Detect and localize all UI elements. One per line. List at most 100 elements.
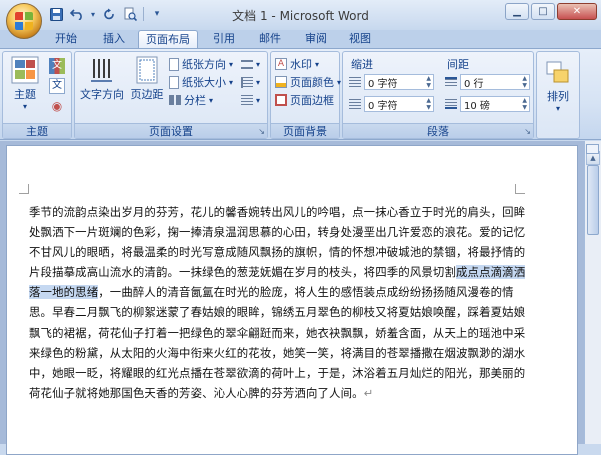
hyphenation-icon [241, 94, 253, 106]
page-color-label: 页面颜色 [290, 76, 334, 89]
theme-fonts-icon: 文 [49, 78, 65, 94]
text-direction-icon [88, 56, 116, 84]
text-direction-button[interactable]: 文字方向 [79, 56, 125, 102]
tab-home[interactable]: 开始 [46, 30, 86, 48]
spacing-after-input[interactable]: 10 磅 ▲ ▼ [460, 96, 530, 112]
watermark-icon: A [275, 58, 287, 70]
line-numbers-icon [241, 76, 253, 88]
vertical-scrollbar[interactable]: ▲ [584, 141, 601, 444]
group-themes: 主题 ▾ 文 文 ◉ 主题 [2, 51, 72, 139]
text-before-selection: 季节的流韵点染出岁月的芬芳，花儿的馨香婉转出风儿的吟唱，点一抹心香立于时光的肩头… [29, 205, 526, 280]
theme-colors-icon: 文 [49, 58, 65, 74]
group-arrange: 排列 ▾ [536, 51, 580, 139]
document-body-text[interactable]: 季节的流韵点染出岁月的芬芳，花儿的馨香婉转出风儿的吟唱，点一抹心香立于时光的肩头… [29, 202, 527, 403]
tab-review[interactable]: 审阅 [296, 30, 336, 48]
group-label-page-setup: 页面设置 [75, 123, 267, 138]
spacing-heading: 间距 [447, 58, 469, 71]
columns-label: 分栏 [184, 94, 206, 107]
tab-page-layout[interactable]: 页面布局 [138, 30, 198, 48]
size-icon [169, 75, 179, 89]
indent-right-icon [349, 99, 361, 109]
paragraph-mark: ↵ [363, 385, 374, 400]
group-page-setup: 文字方向 页边距 纸张方向 ▾ 纸张大小 ▾ 分栏 ▾ ▾ ▾ ▾ 页面设置 ↘ [74, 51, 268, 139]
breaks-button[interactable]: ▾ [241, 56, 260, 72]
indent-right-input[interactable]: 0 字符 ▲ ▼ [364, 96, 434, 112]
indent-heading: 缩进 [351, 58, 373, 71]
office-button[interactable] [6, 3, 42, 39]
indent-left-icon [349, 77, 361, 87]
page-color-arrow-icon: ▾ [337, 77, 342, 87]
page-color-icon [275, 76, 287, 88]
title-bar: ▾ ▾ 文档 1 - Microsoft Word ▁ □ ✕ [0, 0, 601, 30]
hyphenation-button[interactable]: ▾ [241, 92, 260, 108]
page-borders-button[interactable]: 页面边框 [275, 92, 334, 108]
group-label-page-background: 页面背景 [271, 123, 339, 138]
group-page-background: A 水印 ▾ 页面颜色 ▾ 页面边框 页面背景 [270, 51, 341, 139]
group-paragraph: 缩进 间距 0 字符 ▲ ▼ 0 字符 ▲ ▼ 0 行 ▲ ▼ 10 磅 ▲ ▼… [342, 51, 534, 139]
theme-effects-button[interactable]: ◉ [49, 98, 65, 114]
theme-fonts-button[interactable]: 文 [49, 78, 65, 94]
indent-left-spinner-icon[interactable]: ▲ ▼ [426, 75, 431, 89]
scroll-thumb[interactable] [587, 165, 599, 235]
line-numbers-arrow-icon: ▾ [256, 77, 261, 87]
office-logo-icon [15, 12, 33, 30]
indent-left-value: 0 字符 [368, 78, 398, 90]
spacing-before-icon [445, 77, 457, 87]
breaks-arrow-icon: ▾ [256, 59, 261, 69]
themes-button[interactable]: 主题 ▾ [7, 56, 43, 111]
text-direction-label: 文字方向 [80, 88, 124, 101]
arrange-button[interactable]: 排列 ▾ [541, 60, 575, 113]
arrange-icon [545, 60, 571, 86]
spacing-after-control: 10 磅 ▲ ▼ [445, 96, 530, 112]
paragraph-launcher-icon[interactable]: ↘ [524, 127, 531, 136]
indent-left-control: 0 字符 ▲ ▼ [349, 74, 434, 90]
theme-effects-icon: ◉ [51, 99, 63, 113]
watermark-button[interactable]: A 水印 ▾ [275, 56, 319, 72]
orientation-icon [169, 57, 179, 71]
indent-right-spinner-icon[interactable]: ▲ ▼ [426, 97, 431, 111]
indent-right-control: 0 字符 ▲ ▼ [349, 96, 434, 112]
size-label: 纸张大小 [182, 76, 226, 89]
spacing-before-spinner-icon[interactable]: ▲ ▼ [522, 75, 527, 89]
tab-insert[interactable]: 插入 [94, 30, 134, 48]
spacing-before-control: 0 行 ▲ ▼ [445, 74, 530, 90]
tab-references[interactable]: 引用 [204, 30, 244, 48]
window-controls: ▁ □ ✕ [505, 3, 597, 20]
minimize-button[interactable]: ▁ [505, 3, 529, 20]
arrange-arrow-icon: ▾ [555, 104, 560, 113]
line-numbers-button[interactable]: ▾ [241, 74, 260, 90]
spacing-after-icon [445, 99, 457, 109]
document-area: 季节的流韵点染出岁月的芬芳，花儿的馨香婉转出风儿的吟唱，点一抹心香立于时光的肩头… [0, 141, 584, 455]
orientation-arrow-icon: ▾ [229, 59, 234, 69]
maximize-button[interactable]: □ [531, 3, 555, 20]
group-label-themes: 主题 [3, 123, 71, 138]
spacing-before-input[interactable]: 0 行 ▲ ▼ [460, 74, 530, 90]
spacing-after-spinner-icon[interactable]: ▲ ▼ [522, 97, 527, 111]
themes-icon [11, 56, 39, 84]
indent-left-input[interactable]: 0 字符 ▲ ▼ [364, 74, 434, 90]
group-label-paragraph: 段落 [343, 123, 533, 138]
spacing-after-value: 10 磅 [464, 100, 490, 112]
size-arrow-icon: ▾ [229, 77, 234, 87]
size-button[interactable]: 纸张大小 ▾ [169, 74, 233, 90]
themes-arrow-icon: ▾ [22, 102, 27, 111]
view-ruler-button[interactable] [586, 144, 599, 154]
spacing-before-value: 0 行 [464, 78, 484, 90]
page-borders-icon [275, 94, 287, 106]
tab-view[interactable]: 视图 [340, 30, 380, 48]
page-borders-label: 页面边框 [290, 94, 334, 107]
themes-label: 主题 [14, 88, 36, 101]
text-after-selection: ，一曲醉人的清音氤氲在时光的脸庞，将人生的感悟装点成纷纷扬扬随风漫卷的情思。早春… [29, 285, 526, 400]
indent-right-value: 0 字符 [368, 100, 398, 112]
ribbon-tabs: 开始 插入 页面布局 引用 邮件 审阅 视图 [0, 30, 601, 48]
tab-mailings[interactable]: 邮件 [250, 30, 290, 48]
columns-button[interactable]: 分栏 ▾ [169, 92, 213, 108]
page-color-button[interactable]: 页面颜色 ▾ [275, 74, 341, 90]
document-page[interactable]: 季节的流韵点染出岁月的芬芳，花儿的馨香婉转出风儿的吟唱，点一抹心香立于时光的肩头… [6, 145, 578, 455]
theme-colors-button[interactable]: 文 [49, 58, 65, 74]
margins-button[interactable]: 页边距 [127, 56, 167, 102]
page-setup-launcher-icon[interactable]: ↘ [258, 127, 265, 136]
close-button[interactable]: ✕ [557, 3, 597, 20]
orientation-button[interactable]: 纸张方向 ▾ [169, 56, 233, 72]
watermark-arrow-icon: ▾ [315, 59, 320, 69]
